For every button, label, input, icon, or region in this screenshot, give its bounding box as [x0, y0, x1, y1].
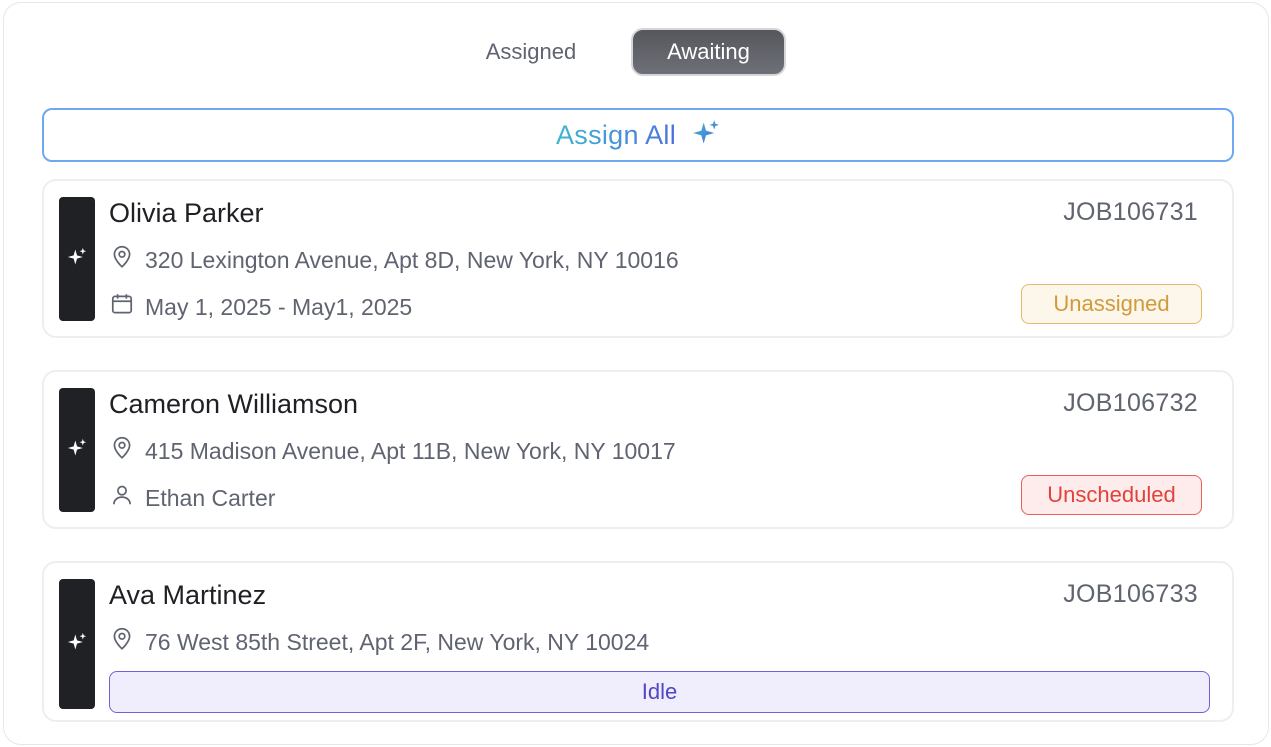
job-card[interactable]: Cameron Williamson JOB106732 415 Madison… [42, 370, 1234, 529]
sparkle-icon [67, 438, 87, 463]
ai-assign-strip[interactable] [59, 197, 95, 321]
address-text: 320 Lexington Avenue, Apt 8D, New York, … [145, 246, 679, 273]
ai-assign-strip[interactable] [59, 579, 95, 709]
jobs-panel: Assigned Awaiting Assign All Olivia Park… [3, 2, 1269, 745]
calendar-icon [109, 291, 135, 323]
job-card[interactable]: Olivia Parker JOB106731 320 Lexington Av… [42, 179, 1234, 338]
location-pin-icon [109, 626, 135, 658]
sparkle-icon [692, 119, 720, 152]
customer-name: Cameron Williamson [109, 389, 359, 419]
assign-all-button[interactable]: Assign All [42, 108, 1234, 162]
assign-all-label: Assign All [555, 119, 677, 150]
tab-assigned[interactable]: Assigned [466, 28, 596, 76]
tab-awaiting[interactable]: Awaiting [631, 28, 786, 76]
address-text: 76 West 85th Street, Apt 2F, New York, N… [145, 628, 650, 655]
location-pin-icon [109, 244, 135, 276]
job-id: JOB106732 [1063, 389, 1198, 417]
technician-name: Ethan Carter [145, 484, 276, 511]
customer-name: Olivia Parker [109, 198, 264, 228]
location-pin-icon [109, 435, 135, 467]
technician-row: Ethan Carter [109, 482, 275, 514]
address-text: 415 Madison Avenue, Apt 11B, New York, N… [145, 437, 676, 464]
job-id: JOB106733 [1063, 580, 1198, 608]
date-row: May 1, 2025 - May1, 2025 [109, 291, 412, 323]
sparkle-icon [67, 632, 87, 657]
ai-assign-strip[interactable] [59, 388, 95, 512]
date-range-text: May 1, 2025 - May1, 2025 [145, 293, 413, 320]
job-id: JOB106731 [1063, 198, 1198, 226]
address-row: 320 Lexington Avenue, Apt 8D, New York, … [109, 244, 679, 276]
address-row: 415 Madison Avenue, Apt 11B, New York, N… [109, 435, 676, 467]
address-row: 76 West 85th Street, Apt 2F, New York, N… [109, 626, 649, 658]
sparkle-icon [67, 247, 87, 272]
customer-name: Ava Martinez [109, 580, 267, 610]
person-icon [109, 482, 135, 514]
status-badge: Idle [109, 671, 1210, 713]
job-card[interactable]: Ava Martinez JOB106733 76 West 85th Stre… [42, 561, 1234, 722]
status-badge: Unscheduled [1021, 475, 1202, 515]
status-badge: Unassigned [1021, 284, 1202, 324]
